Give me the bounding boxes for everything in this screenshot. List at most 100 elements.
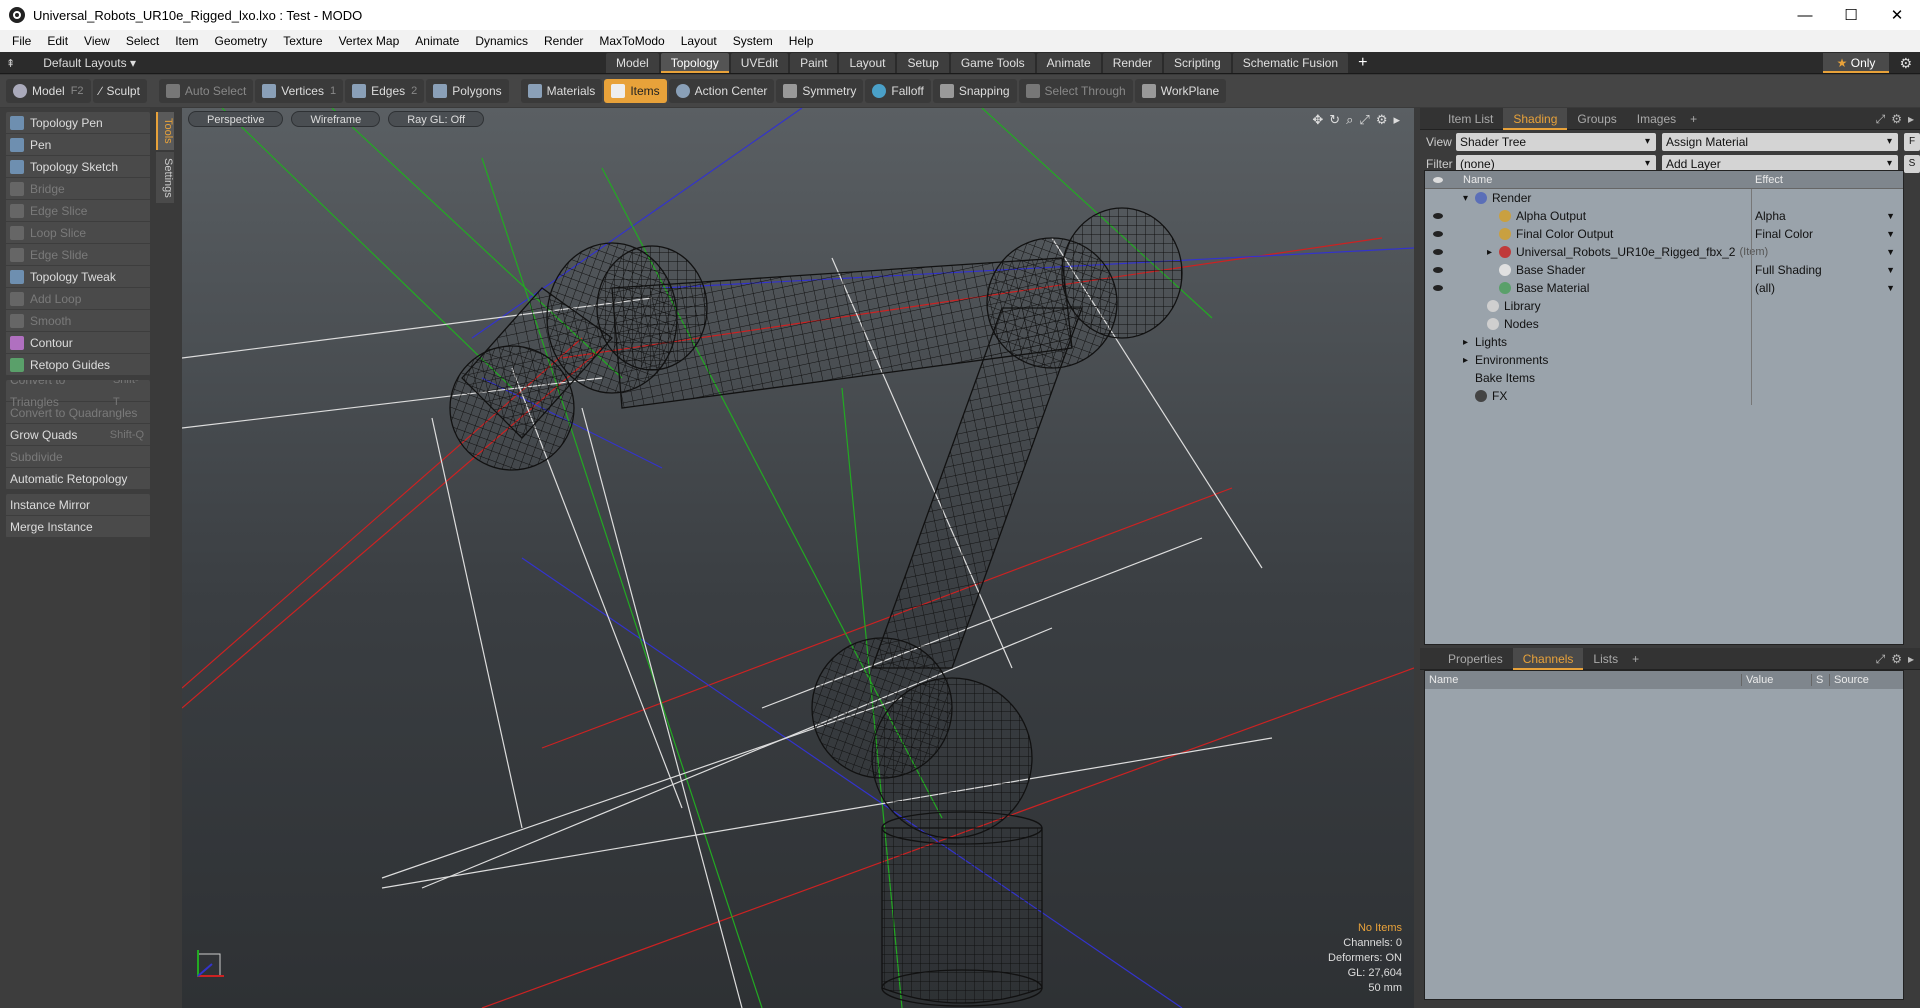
layer-effect[interactable]: (all) ▼ — [1751, 279, 1901, 297]
tab-render[interactable]: Render — [1102, 53, 1163, 73]
tool-contour[interactable]: Contour — [6, 332, 150, 354]
gear-icon[interactable]: ⚙ — [1899, 55, 1912, 72]
tab-channels[interactable]: Channels — [1512, 647, 1584, 670]
shader-tree-row[interactable]: Alpha Output Alpha ▼ — [1425, 207, 1903, 225]
tab-item-list[interactable]: Item List — [1438, 108, 1503, 130]
rotate-icon[interactable]: ↻ — [1329, 112, 1340, 128]
model-mode-button[interactable]: Model F2 — [6, 79, 91, 103]
layer-effect[interactable]: Final Color ▼ — [1751, 225, 1901, 243]
shader-tree-row[interactable]: Library — [1425, 297, 1903, 315]
layer-effect[interactable]: ▼ — [1751, 243, 1901, 261]
auto-select-button[interactable]: Auto Select — [158, 79, 254, 103]
add-tab-button[interactable]: + — [1358, 54, 1367, 72]
visibility-eye-icon[interactable] — [1425, 207, 1451, 225]
menu-dynamics[interactable]: Dynamics — [467, 30, 536, 52]
side-tab-settings[interactable]: Settings — [156, 151, 174, 204]
edges-button[interactable]: Edges 2 — [345, 79, 425, 103]
polygons-button[interactable]: Polygons — [426, 79, 509, 103]
workplane-button[interactable]: WorkPlane — [1134, 79, 1227, 103]
add-panel-tab-button[interactable]: + — [1686, 112, 1697, 126]
assign-material-dropdown[interactable]: Assign Material — [1662, 133, 1898, 151]
f-button[interactable]: F — [1904, 133, 1920, 151]
snapping-button[interactable]: Snapping — [932, 79, 1017, 103]
3d-viewport[interactable]: Perspective Wireframe Ray GL: Off ✥ ↻ ⌕ … — [182, 108, 1414, 1008]
expand-panel-icon[interactable]: ⤢ — [1876, 112, 1886, 127]
tab-paint[interactable]: Paint — [790, 53, 838, 73]
shader-tree-row[interactable]: Final Color Output Final Color ▼ — [1425, 225, 1903, 243]
tool-add-loop[interactable]: Add Loop — [6, 288, 150, 310]
menu-help[interactable]: Help — [781, 30, 822, 52]
layer-effect[interactable]: Full Shading ▼ — [1751, 261, 1901, 279]
effect-dropdown-icon[interactable]: ▼ — [1886, 207, 1895, 225]
raygl-button[interactable]: Ray GL: Off — [388, 111, 485, 127]
effect-dropdown-icon[interactable]: ▼ — [1886, 261, 1895, 279]
tab-topology[interactable]: Topology — [660, 53, 729, 73]
menu-layout[interactable]: Layout — [673, 30, 725, 52]
tool-automatic-retopology[interactable]: Automatic Retopology — [6, 468, 150, 490]
action-center-button[interactable]: Action Center — [668, 79, 775, 103]
vertices-button[interactable]: Vertices 1 — [255, 79, 344, 103]
side-tab-tools[interactable]: Tools — [156, 112, 174, 150]
visibility-eye-icon[interactable] — [1425, 189, 1451, 207]
minimize-button[interactable]: — — [1782, 0, 1828, 30]
s-button[interactable]: S — [1904, 155, 1920, 173]
tool-instance-mirror[interactable]: Instance Mirror — [6, 494, 150, 516]
tab-lists[interactable]: Lists — [1583, 648, 1628, 670]
visibility-eye-icon[interactable] — [1425, 225, 1451, 243]
materials-button[interactable]: Materials — [520, 79, 603, 103]
tool-retopo-guides[interactable]: Retopo Guides — [6, 354, 150, 376]
tool-topology-pen[interactable]: Topology Pen — [6, 112, 150, 134]
visibility-eye-icon[interactable] — [1425, 369, 1451, 387]
symmetry-button[interactable]: Symmetry — [776, 79, 864, 103]
add-channel-tab-button[interactable]: + — [1628, 652, 1639, 666]
tab-layout[interactable]: Layout — [839, 53, 896, 73]
expand-arrow-icon[interactable]: ▸ — [1463, 337, 1475, 348]
menu-item[interactable]: Item — [167, 30, 206, 52]
tool-convert-to-quadrangles[interactable]: Convert to Quadrangles — [6, 402, 150, 424]
viewport-more-icon[interactable]: ▸ — [1393, 112, 1400, 128]
channels-gear-icon[interactable]: ⚙ — [1891, 652, 1902, 667]
viewport-gear-icon[interactable]: ⚙ — [1376, 112, 1388, 128]
tool-grow-quads[interactable]: Grow Quads Shift-Q — [6, 424, 150, 446]
shader-tree-row[interactable]: Bake Items — [1425, 369, 1903, 387]
tab-shading[interactable]: Shading — [1503, 107, 1568, 130]
visibility-eye-icon[interactable] — [1425, 243, 1451, 261]
tab-properties[interactable]: Properties — [1438, 648, 1513, 670]
sculpt-mode-button[interactable]: ∕ Sculpt — [92, 79, 147, 103]
shader-tree-row[interactable]: ▸ Universal_Robots_UR10e_Rigged_fbx_2 (Ite… — [1425, 243, 1903, 261]
tool-bridge[interactable]: Bridge — [6, 178, 150, 200]
shader-tree-row[interactable]: ▸ Lights — [1425, 333, 1903, 351]
shader-tree-row[interactable]: Base Material (all) ▼ — [1425, 279, 1903, 297]
expand-arrow-icon[interactable]: ▸ — [1487, 247, 1499, 258]
layout-toggle-icon[interactable]: ⇞ — [6, 57, 15, 70]
view-perspective-button[interactable]: Perspective — [188, 111, 284, 127]
tool-loop-slice[interactable]: Loop Slice — [6, 222, 150, 244]
tab-uvedit[interactable]: UVEdit — [730, 53, 789, 73]
tool-smooth[interactable]: Smooth — [6, 310, 150, 332]
visibility-eye-icon[interactable] — [1425, 387, 1451, 405]
pan-icon[interactable]: ✥ — [1312, 112, 1323, 128]
shader-tree-row[interactable]: FX — [1425, 387, 1903, 405]
items-button[interactable]: Items — [604, 79, 667, 103]
menu-render[interactable]: Render — [536, 30, 591, 52]
menu-animate[interactable]: Animate — [407, 30, 467, 52]
shader-tree-row[interactable]: Base Shader Full Shading ▼ — [1425, 261, 1903, 279]
tool-convert-to-triangles[interactable]: Convert to TrianglesShift-T — [6, 380, 150, 409]
effect-dropdown-icon[interactable]: ▼ — [1886, 279, 1895, 297]
menu-geometry[interactable]: Geometry — [207, 30, 276, 52]
close-button[interactable]: ✕ — [1874, 0, 1920, 30]
tool-subdivide[interactable]: Subdivide — [6, 446, 150, 468]
effect-dropdown-icon[interactable]: ▼ — [1886, 243, 1895, 261]
tab-model[interactable]: Model — [606, 53, 659, 73]
menu-select[interactable]: Select — [118, 30, 167, 52]
layer-effect[interactable]: Alpha ▼ — [1751, 207, 1901, 225]
menu-system[interactable]: System — [725, 30, 781, 52]
tool-edge-slide[interactable]: Edge Slide — [6, 244, 150, 266]
expand-arrow-icon[interactable]: ▸ — [1463, 355, 1475, 366]
shader-tree-row[interactable]: Nodes — [1425, 315, 1903, 333]
zoom-icon[interactable]: ⌕ — [1346, 112, 1353, 128]
view-wireframe-button[interactable]: Wireframe — [291, 111, 381, 127]
tab-game-tools[interactable]: Game Tools — [950, 53, 1035, 73]
tool-pen[interactable]: Pen — [6, 134, 150, 156]
menu-texture[interactable]: Texture — [275, 30, 330, 52]
